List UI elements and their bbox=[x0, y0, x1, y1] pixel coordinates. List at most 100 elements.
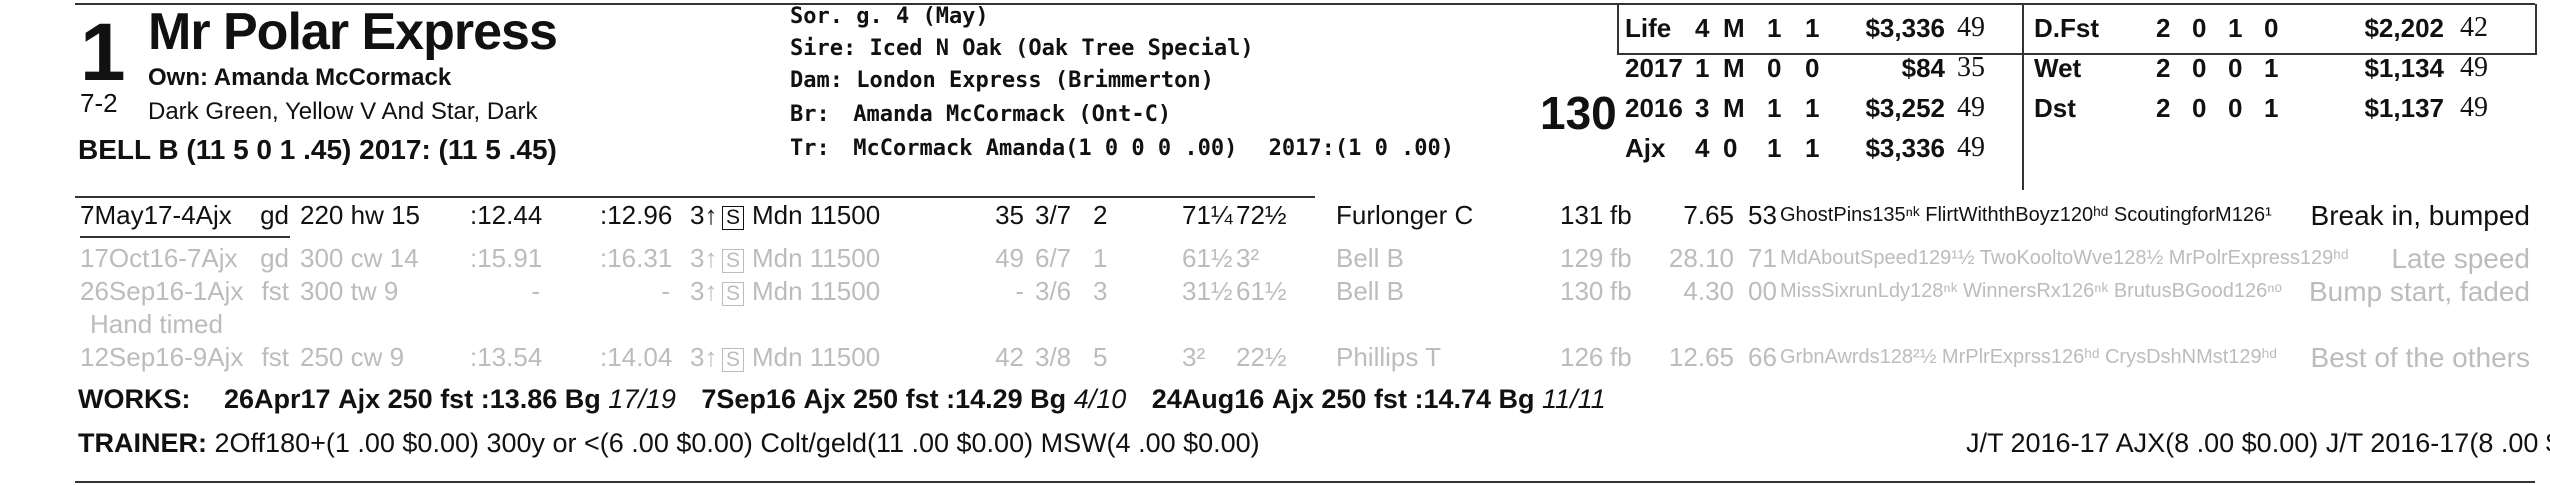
pp-dist: 300 cw 14 bbox=[300, 243, 419, 273]
stat-speed: 49 bbox=[2460, 52, 2488, 83]
stat-speed: 35 bbox=[1957, 52, 1985, 83]
pp-st: 2 bbox=[1093, 200, 1108, 230]
pp-race: Mdn 11500 bbox=[752, 243, 881, 273]
pp-f2: :14.04 bbox=[600, 342, 673, 372]
pp-comment: Bump start, faded bbox=[2308, 276, 2530, 307]
breeder-label: Br: bbox=[790, 102, 830, 127]
trainer-stats-line: TRAINER: 2Off180+(1 .00 $0.00) 300y or <… bbox=[78, 428, 1260, 459]
trainer-row: Tr: McCormack Amanda(1 0 0 0 .00) 2017:(… bbox=[790, 136, 1454, 161]
dam-name: London Express (Brimmerton) bbox=[856, 68, 1214, 93]
stats-table-right: D.Fst 2 0 1 0 $2,202 42 Wet 2 0 0 1 $1,1… bbox=[2034, 8, 2488, 128]
stat-shows: 0 bbox=[2264, 12, 2279, 43]
stat-label: D.Fst bbox=[2034, 12, 2099, 43]
stat-earnings: $1,134 bbox=[2364, 52, 2444, 83]
pp-race: Mdn 11500 bbox=[752, 276, 881, 306]
jockey-line: BELL B (11 5 0 1 .45) 2017: (11 5 .45) bbox=[78, 134, 557, 165]
morning-line-odds: 7-2 bbox=[80, 88, 118, 118]
stats-row-distance: Dst 2 0 0 1 $1,137 49 bbox=[2034, 88, 2488, 128]
pp-c2: 61½ bbox=[1236, 276, 1287, 306]
pp-cond: gd bbox=[260, 243, 289, 273]
dam-row: Dam: London Express (Brimmerton) bbox=[790, 68, 1214, 93]
stat-shows: 1 bbox=[1805, 92, 1820, 123]
stat-places: 1 bbox=[1767, 12, 1782, 43]
pp-st: 5 bbox=[1093, 342, 1108, 372]
pp-cond: fst bbox=[261, 342, 289, 372]
pp-odds: 12.65 bbox=[1668, 342, 1734, 372]
pp-st: 1 bbox=[1093, 243, 1108, 273]
pp-c2: 22½ bbox=[1236, 342, 1287, 372]
work-item: 26Apr17 Ajx 250 fst :13.86 Bg 17/19 bbox=[224, 384, 683, 414]
owner-name: Own: Amanda McCormack bbox=[148, 64, 452, 91]
pp-f1: :15.91 bbox=[470, 243, 543, 273]
stat-speed: 49 bbox=[2460, 92, 2488, 123]
stat-speed: 49 bbox=[1957, 132, 1985, 163]
pp-spd: 49 bbox=[995, 243, 1024, 273]
stats-row-2017: 2017 1 M 0 0 $84 35 bbox=[1625, 48, 1985, 88]
stats-divider bbox=[2022, 4, 2024, 190]
pp-f2: - bbox=[661, 276, 670, 306]
stat-wins: 0 bbox=[2192, 12, 2207, 43]
sire-row: Sire: Iced N Oak (Oak Tree Special) bbox=[790, 36, 1254, 61]
stat-starts: 4 bbox=[1695, 12, 1710, 43]
pp-f1: :12.44 bbox=[470, 200, 543, 230]
pp-cond: fst bbox=[261, 276, 289, 306]
sire-name: Iced N Oak (Oak Tree Special) bbox=[869, 36, 1254, 61]
pp-odds: 28.10 bbox=[1668, 243, 1734, 273]
work-track: Ajx bbox=[803, 384, 846, 414]
works-line: WORKS: 26Apr17 Ajx 250 fst :13.86 Bg 17/… bbox=[78, 384, 1606, 415]
work-track: Ajx bbox=[338, 384, 381, 414]
pp-box: S bbox=[722, 243, 745, 274]
pp-date: 26Sep16-1Ajx bbox=[80, 276, 244, 306]
stats-row-2016: 2016 3 M 1 1 $3,252 49 bbox=[1625, 88, 1985, 128]
pp-spd: - bbox=[1015, 276, 1024, 306]
breeder-row: Br: Amanda McCormack (Ont-C) bbox=[790, 102, 1171, 127]
pp-odds: 4.30 bbox=[1683, 276, 1734, 306]
silks-description: Dark Green, Yellow V And Star, Dark bbox=[148, 98, 538, 125]
stat-places: 0 bbox=[1767, 52, 1782, 83]
work-date: 26Apr17 bbox=[224, 384, 331, 414]
breeder-name: Amanda McCormack (Ont-C) bbox=[853, 102, 1172, 127]
stats-table-left: Life 4 M 1 1 $3,336 49 2017 1 M 0 0 $84 … bbox=[1625, 8, 1985, 168]
pp-med: fb bbox=[1610, 342, 1632, 372]
stat-starts: 2 bbox=[2156, 12, 2171, 43]
stat-starts: 2 bbox=[2156, 52, 2171, 83]
pp-fig: 00 bbox=[1748, 276, 1777, 306]
stat-earnings: $3,252 bbox=[1865, 92, 1945, 123]
pp-f1: :13.54 bbox=[470, 342, 543, 372]
pp-c1: 71¼ bbox=[1182, 200, 1233, 230]
work-rank: 4/10 bbox=[1073, 384, 1127, 414]
work-time: :13.86 Bg bbox=[480, 384, 601, 414]
pp-age: 3↑ bbox=[690, 200, 718, 230]
pp-jockey: Furlonger C bbox=[1336, 200, 1474, 230]
stat-label: Dst bbox=[2034, 92, 2076, 123]
pp-spd: 35 bbox=[995, 200, 1024, 230]
pp-st: 3 bbox=[1093, 276, 1108, 306]
assigned-weight: 130 bbox=[1540, 87, 1617, 139]
stat-label: 2017 bbox=[1625, 52, 1683, 83]
pp-c2: 72½ bbox=[1236, 200, 1287, 230]
stat-wins: 0 bbox=[2192, 52, 2207, 83]
pp-med: fb bbox=[1610, 243, 1632, 273]
pp-cond: gd bbox=[260, 200, 289, 230]
pp-comp: GrbnAwrds128²½ MrPlrExprss126ʰᵈ CrysDshN… bbox=[1780, 346, 2277, 368]
stat-shows: 1 bbox=[2264, 52, 2279, 83]
work-distance: 250 fst bbox=[853, 384, 939, 414]
sex-age: Sor. g. 4 (May) bbox=[790, 4, 989, 29]
pp-note: Hand timed bbox=[90, 309, 223, 339]
stat-starts: 2 bbox=[2156, 92, 2171, 123]
stat-starts: 1 bbox=[1695, 52, 1710, 83]
pp-dist: 220 hw 15 bbox=[300, 200, 420, 230]
stat-earnings: $3,336 bbox=[1865, 12, 1945, 43]
stat-earnings: $2,202 bbox=[2364, 12, 2444, 43]
stats-box-right-border bbox=[2535, 4, 2537, 54]
work-item: 24Aug16 Ajx 250 fst :14.74 Bg 11/11 bbox=[1152, 384, 1606, 414]
bottom-rule bbox=[75, 481, 2535, 483]
pp-dist: 250 cw 9 bbox=[300, 342, 405, 372]
latest-race-underline bbox=[80, 236, 290, 238]
work-time: :14.29 Bg bbox=[946, 384, 1067, 414]
pp-comment: Break in, bumped bbox=[2310, 200, 2530, 231]
pp-odds: 7.65 bbox=[1683, 200, 1734, 230]
stat-places: 0 bbox=[2228, 92, 2243, 123]
work-time: :14.74 Bg bbox=[1414, 384, 1535, 414]
pp-pp: 3/7 bbox=[1035, 200, 1072, 230]
